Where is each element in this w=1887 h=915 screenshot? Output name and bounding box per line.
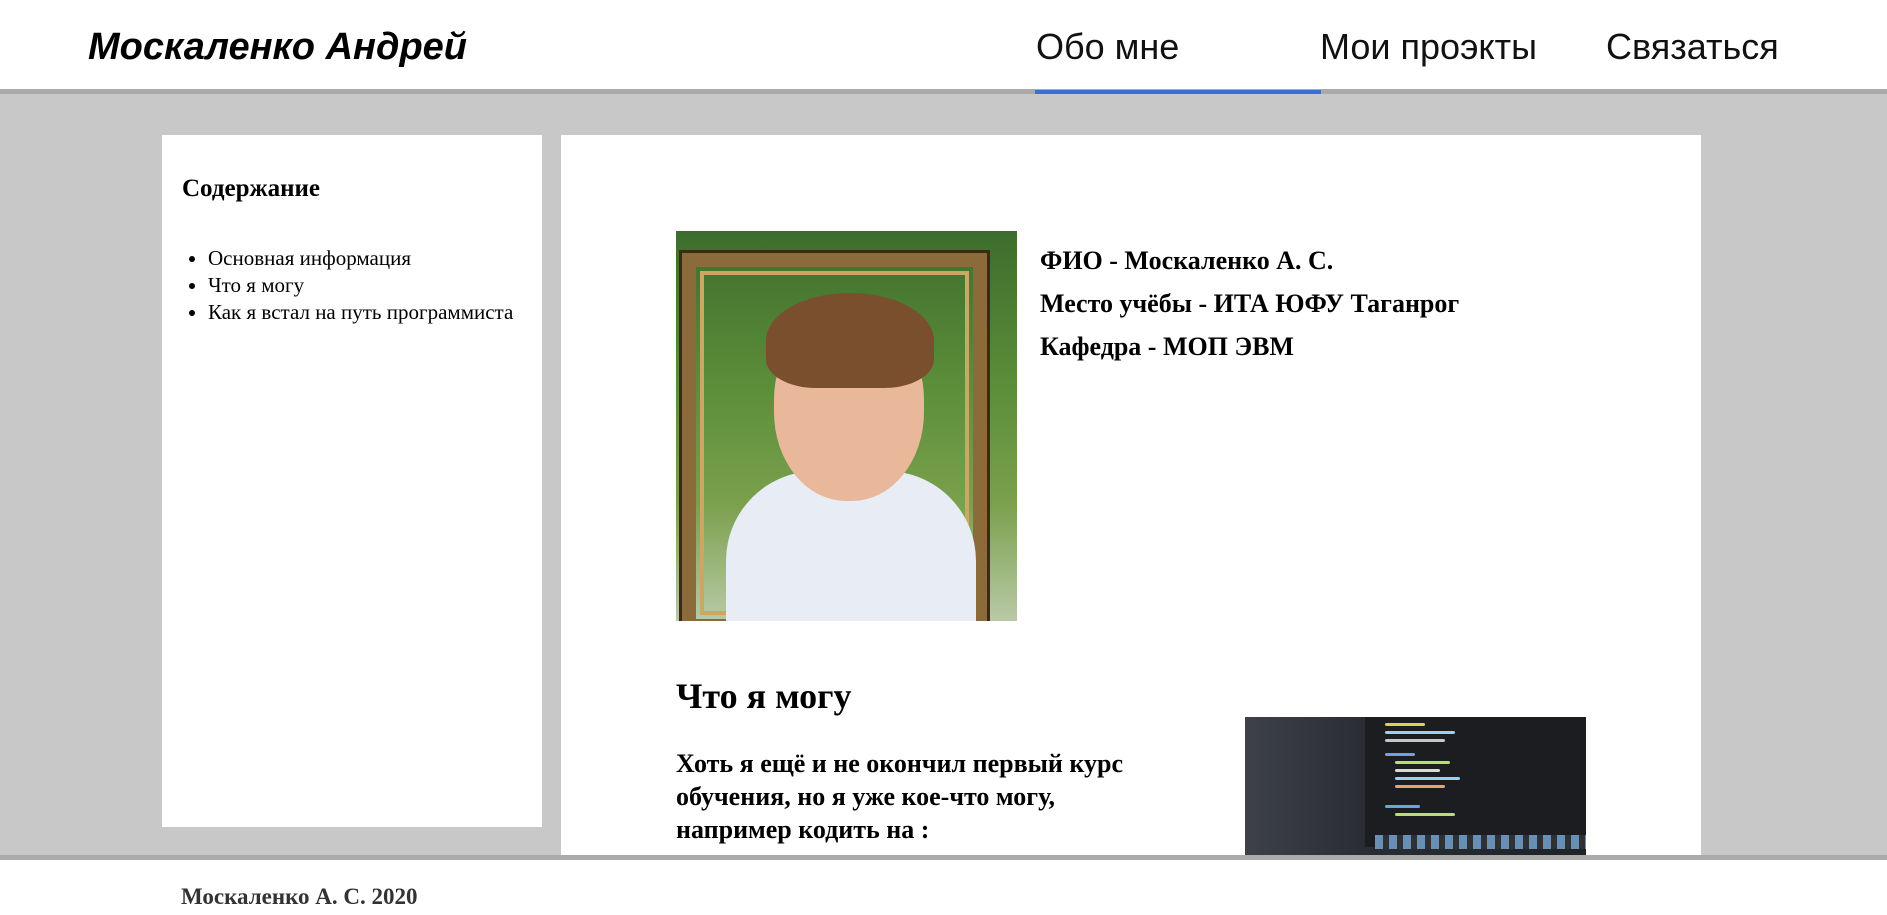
laptop-dock bbox=[1375, 835, 1586, 849]
site-logo[interactable]: Москаленко Андрей bbox=[88, 26, 467, 69]
hair-shape bbox=[766, 293, 934, 388]
info-full-name: ФИО - Москаленко А. С. bbox=[1040, 246, 1334, 275]
active-nav-indicator bbox=[1035, 90, 1321, 94]
laptop-screen bbox=[1365, 717, 1586, 847]
code-editor-photo bbox=[1245, 717, 1586, 855]
toc-item-basic-info[interactable]: Основная информация bbox=[208, 245, 538, 272]
toc-item-skills[interactable]: Что я могу bbox=[208, 272, 538, 299]
main-content: ФИО - Москаленко А. С. Место учёбы - ИТА… bbox=[561, 135, 1701, 855]
footer-copyright: Москаленко А. С. 2020 bbox=[181, 884, 418, 909]
nav-item-contact[interactable]: Связаться bbox=[1606, 26, 1779, 68]
table-of-contents: Основная информация Что я могу Как я вст… bbox=[182, 245, 538, 326]
skills-section-title: Что я могу bbox=[676, 676, 852, 716]
skills-section-text: Хоть я ещё и не окончил первый курс обуч… bbox=[676, 749, 1124, 844]
personal-info: ФИО - Москаленко А. С. Место учёбы - ИТА… bbox=[1040, 239, 1459, 368]
nav-item-projects[interactable]: Мои проэкты bbox=[1320, 26, 1537, 68]
toc-item-path[interactable]: Как я встал на путь программиста bbox=[208, 299, 538, 326]
info-department: Кафедра - МОП ЭВМ bbox=[1040, 332, 1294, 361]
info-study-place: Место учёбы - ИТА ЮФУ Таганрог bbox=[1040, 289, 1460, 318]
portrait-photo bbox=[676, 231, 1017, 621]
sidebar: Содержание Основная информация Что я мог… bbox=[162, 135, 542, 827]
nav-item-about[interactable]: Обо мне bbox=[1036, 26, 1179, 68]
site-header: Москаленко Андрей Обо мне Мои проэкты Св… bbox=[0, 0, 1887, 94]
sidebar-title: Содержание bbox=[182, 175, 321, 202]
site-footer: Москаленко А. С. 2020 bbox=[0, 855, 1887, 915]
